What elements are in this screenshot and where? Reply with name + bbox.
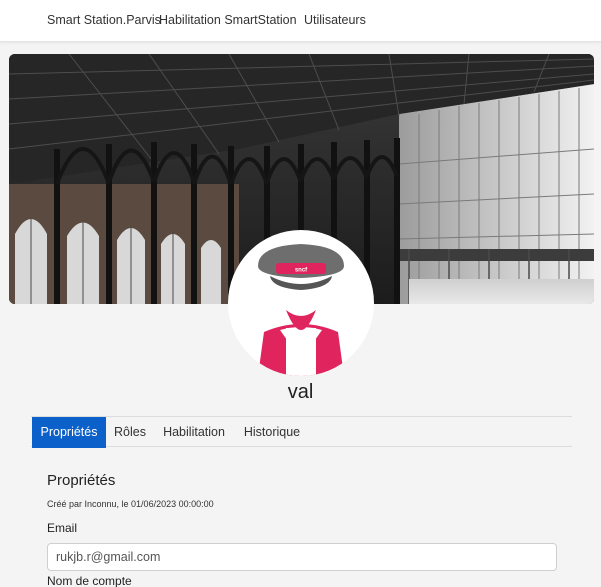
tab-historique[interactable]: Historique: [237, 417, 307, 448]
cap-badge-logo: sncf: [295, 268, 308, 274]
profile-username: val: [287, 381, 314, 403]
created-info: Créé par Inconnu, le 01/06/2023 00:00:00: [47, 499, 214, 509]
email-label: Email: [47, 521, 78, 535]
nav-link-habilitation-smartstation[interactable]: Habilitation SmartStation: [159, 13, 297, 27]
properties-title: Propriétés: [47, 472, 116, 489]
email-field[interactable]: [47, 543, 557, 571]
tab-habilitation[interactable]: Habilitation: [157, 417, 231, 448]
profile-tabs: Propriétés Rôles Habilitation Historique: [31, 416, 572, 448]
user-avatar: sncf: [228, 230, 374, 376]
top-navbar: Smart Station.Parvis Habilitation SmartS…: [0, 0, 601, 42]
tab-roles[interactable]: Rôles: [109, 417, 151, 448]
nav-link-smart-station-parvis[interactable]: Smart Station.Parvis: [47, 13, 161, 27]
account-name-label: Nom de compte: [47, 574, 132, 587]
tab-proprietes[interactable]: Propriétés: [32, 417, 106, 448]
nav-link-utilisateurs[interactable]: Utilisateurs: [304, 13, 366, 27]
